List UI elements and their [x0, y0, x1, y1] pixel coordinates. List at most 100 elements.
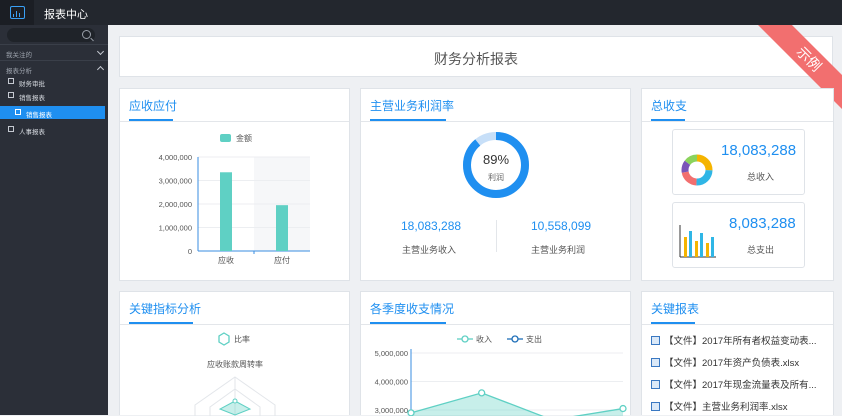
- sidebar-item-label: 人事报表: [19, 129, 45, 136]
- y-tick-label: 3,000,000: [375, 406, 408, 415]
- pie-chart-icon: [681, 154, 713, 186]
- sidebar-group-label: 我关注的: [6, 52, 32, 59]
- page-title: 财务分析报表: [434, 51, 518, 67]
- legend-label: 比率: [234, 334, 250, 344]
- legend-income-label: 收入: [476, 334, 492, 344]
- y-tick-label: 1,000,000: [159, 224, 192, 233]
- total-income-label: 总收入: [747, 172, 775, 182]
- report-link-label: 【文件】2017年所有者权益变动表...: [664, 336, 817, 347]
- card-title-underline: [651, 119, 685, 121]
- total-expense-box: 8,083,288 总支出: [672, 202, 805, 268]
- legend-swatch: [220, 134, 231, 142]
- sidebar-item-label: 销售报表: [26, 112, 52, 119]
- legend-expense-marker: [511, 335, 519, 343]
- y-tick-label: 5,000,000: [375, 349, 408, 358]
- search-icon[interactable]: [82, 30, 91, 39]
- file-icon: [651, 336, 660, 345]
- card-header: 各季度收支情况: [361, 292, 630, 325]
- folder-icon: [8, 78, 14, 84]
- sidebar-group-analysis[interactable]: 报表分析: [0, 60, 108, 75]
- income-label: 主营业务收入: [402, 245, 457, 255]
- card-title-underline: [129, 119, 173, 121]
- income-value: 18,083,288: [401, 219, 462, 233]
- report-link-label: 【文件】主营业务利润率.xlsx: [664, 402, 788, 413]
- profit-value: 10,558,099: [531, 219, 592, 233]
- profit-margin-card: 主营业务利润率 89% 利润 18,083,288 主营业务收入 10,558,…: [360, 88, 631, 281]
- sidebar: 我关注的 报表分析 财务审批 销售报表 销售报表 人事报表: [0, 25, 108, 415]
- donut-percent: 89%: [483, 152, 509, 167]
- donut-center-label: 利润: [488, 172, 504, 182]
- y-tick-label: 2,000,000: [159, 200, 192, 209]
- top-bar: 报表中心: [0, 0, 842, 25]
- card-title: 关键指标分析: [129, 302, 202, 316]
- card-title: 各季度收支情况: [370, 302, 455, 316]
- divider: [496, 220, 497, 252]
- total-expense-label: 总支出: [747, 245, 775, 255]
- card-title-underline: [651, 322, 695, 324]
- chart-icon[interactable]: [0, 0, 34, 25]
- card-header: 主营业务利润率: [361, 89, 630, 122]
- sidebar-item-sales-report-active[interactable]: 销售报表: [0, 106, 105, 119]
- sidebar-item-sales-report[interactable]: 销售报表: [0, 89, 108, 102]
- quarterly-card: 各季度收支情况 收入 支出 3,000,000 4,000,000 5,000,00…: [360, 291, 631, 416]
- card-title-underline: [129, 322, 193, 324]
- radar-chart: 比率 应收账款周转率: [194, 332, 276, 416]
- report-link[interactable]: 【文件】2017年现金流量表及所有...: [651, 377, 817, 393]
- legend-expense-label: 支出: [526, 334, 542, 344]
- line-chart: 收入 支出 3,000,000 4,000,000 5,000,000: [375, 334, 627, 416]
- page-header: 财务分析报表: [119, 36, 833, 77]
- bar: [276, 205, 288, 251]
- x-tick-label: 应付: [274, 255, 290, 265]
- receivable-card: 应收应付 金额 0 1,000,000 2,000,000 3,000,000 4,00…: [119, 88, 350, 281]
- file-icon: [651, 380, 660, 389]
- radar-indicator-label: 应收账款周转率: [207, 359, 263, 369]
- app-title: 报表中心: [44, 9, 88, 21]
- card-title-underline: [370, 119, 446, 121]
- profit-label: 主营业务利润: [531, 245, 586, 255]
- card-title: 主营业务利润率: [370, 99, 455, 113]
- card-header: 关键报表: [642, 292, 833, 325]
- total-expense-value: 8,083,288: [729, 215, 796, 232]
- report-link[interactable]: 【文件】主营业务利润率.xlsx: [651, 399, 788, 415]
- card-title: 总收支: [651, 99, 688, 113]
- folder-icon: [8, 126, 14, 132]
- y-tick-label: 3,000,000: [159, 177, 192, 186]
- card-header: 应收应付: [120, 89, 349, 122]
- search-input[interactable]: [7, 28, 95, 42]
- sidebar-group-followed[interactable]: 我关注的: [0, 44, 108, 59]
- x-tick-label: 应收: [218, 255, 234, 265]
- legend-label: 金额: [236, 133, 252, 143]
- file-icon: [651, 358, 660, 367]
- file-icon: [15, 109, 21, 115]
- y-tick-label: 4,000,000: [375, 378, 408, 387]
- card-header: 关键指标分析: [120, 292, 349, 325]
- sidebar-item-label: 销售报表: [19, 95, 45, 102]
- sidebar-item-finance-approval[interactable]: 财务审批: [0, 75, 108, 88]
- file-icon: [651, 402, 660, 411]
- kpi-analysis-card: 关键指标分析 比率 应收账款周转率: [119, 291, 350, 416]
- profit-donut: 89% 利润: [463, 132, 529, 198]
- sidebar-group-label: 报表分析: [6, 68, 32, 75]
- bar: [220, 172, 232, 251]
- card-title-underline: [370, 322, 446, 324]
- card-header: 总收支: [642, 89, 833, 122]
- report-link-label: 【文件】2017年资产负债表.xlsx: [664, 358, 800, 369]
- chevron-up-icon: [96, 65, 105, 74]
- total-income-value: 18,083,288: [721, 142, 797, 159]
- bar-chart-icon: [679, 225, 716, 258]
- legend-hexagon-icon: [218, 332, 230, 346]
- legend-income-marker: [461, 335, 469, 343]
- card-title: 关键报表: [651, 302, 700, 316]
- report-link[interactable]: 【文件】2017年所有者权益变动表...: [651, 333, 817, 349]
- key-reports-card: 关键报表 【文件】2017年所有者权益变动表... 【文件】2017年资产负债表…: [641, 291, 834, 415]
- total-income-box: 18,083,288 总收入: [672, 129, 805, 195]
- bar-chart: 金额 0 1,000,000 2,000,000 3,000,000 4,000,000…: [159, 133, 310, 265]
- report-link[interactable]: 【文件】2017年资产负债表.xlsx: [651, 355, 799, 371]
- sidebar-item-hr-report[interactable]: 人事报表: [0, 123, 108, 136]
- chevron-down-icon: [96, 47, 105, 56]
- card-title: 应收应付: [129, 99, 178, 113]
- sidebar-item-label: 财务审批: [19, 81, 45, 88]
- report-link-label: 【文件】2017年现金流量表及所有...: [664, 380, 817, 391]
- totals-card: 总收支 18,083,288 总收入 8,083,288 总支出: [641, 88, 834, 281]
- income-point: [478, 389, 486, 397]
